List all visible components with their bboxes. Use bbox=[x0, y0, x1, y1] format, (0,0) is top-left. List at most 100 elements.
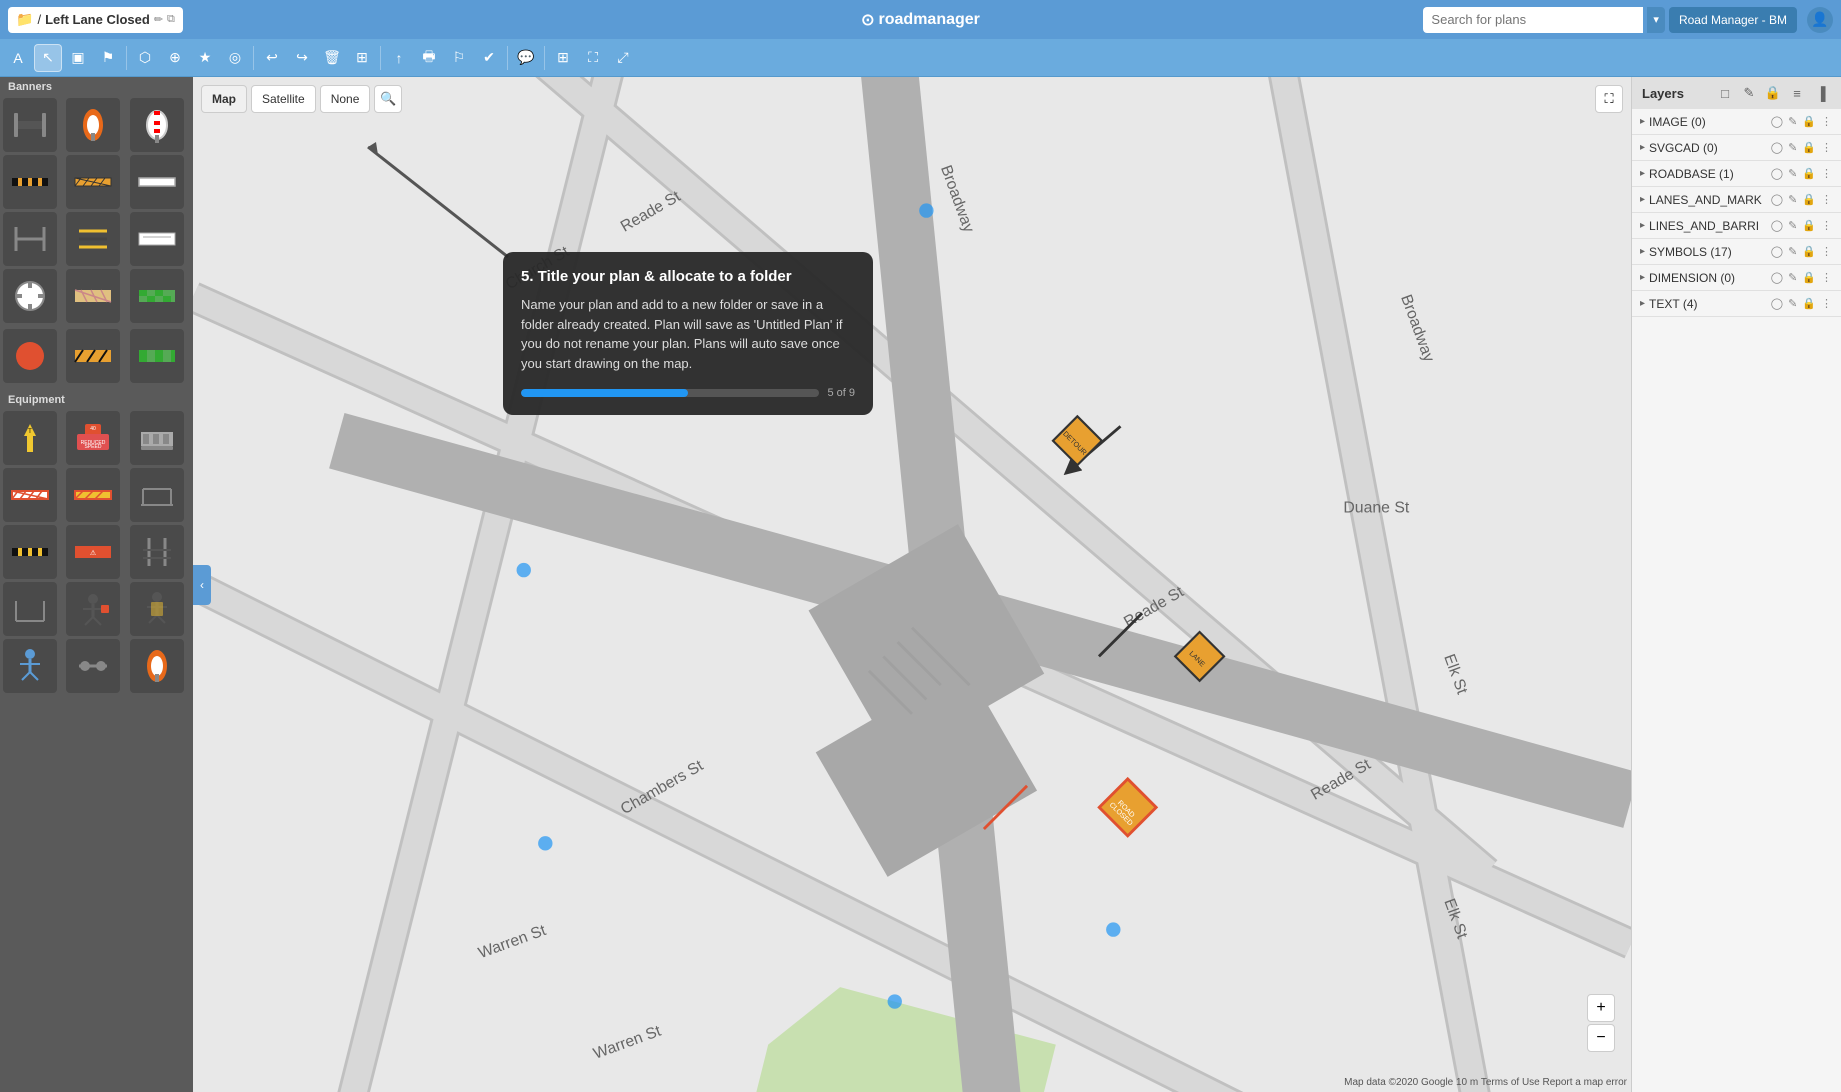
fullscreen-btn-tb[interactable]: ⛶ bbox=[579, 44, 607, 72]
left-panel-collapse-btn[interactable]: ‹ bbox=[193, 565, 211, 605]
zoom-in-btn[interactable]: + bbox=[1587, 994, 1615, 1022]
copy-plan-icon[interactable]: ⧉ bbox=[167, 13, 175, 26]
layer-lock-btn[interactable]: 🔒 bbox=[1801, 218, 1817, 233]
layer-lock-btn[interactable]: 🔒 bbox=[1801, 296, 1817, 311]
tab-none[interactable]: None bbox=[320, 85, 371, 113]
layer-lock-btn[interactable]: 🔒 bbox=[1801, 114, 1817, 129]
layer-edit-btn[interactable]: ✎ bbox=[1787, 218, 1798, 233]
layers-menu-btn[interactable]: ≡ bbox=[1787, 83, 1807, 103]
layer-more-btn[interactable]: ⋮ bbox=[1820, 114, 1833, 129]
layer-more-btn[interactable]: ⋮ bbox=[1820, 192, 1833, 207]
export-btn[interactable]: ↑ bbox=[385, 44, 413, 72]
list-item[interactable] bbox=[66, 468, 120, 522]
grid-btn[interactable]: ⊞ bbox=[549, 44, 577, 72]
check-btn[interactable]: ✔ bbox=[475, 44, 503, 72]
measure-tool-btn[interactable]: ⊕ bbox=[161, 44, 189, 72]
layers-collapse-all-btn[interactable]: □ bbox=[1715, 83, 1735, 103]
layers-edit-btn[interactable]: ✎ bbox=[1739, 83, 1759, 103]
undo-btn[interactable]: ↩ bbox=[258, 44, 286, 72]
list-item[interactable] bbox=[66, 329, 120, 383]
list-item[interactable] bbox=[130, 329, 184, 383]
star-tool-btn[interactable]: ★ bbox=[191, 44, 219, 72]
list-item[interactable] bbox=[130, 525, 184, 579]
layer-more-btn[interactable]: ⋮ bbox=[1820, 140, 1833, 155]
layer-visibility-btn[interactable]: ◯ bbox=[1770, 166, 1784, 181]
list-item[interactable] bbox=[66, 155, 120, 209]
plan-title-box[interactable]: 📁 / Left Lane Closed ✏ ⧉ bbox=[8, 7, 183, 33]
tab-satellite[interactable]: Satellite bbox=[251, 85, 316, 113]
text-tool-btn[interactable]: A bbox=[4, 44, 32, 72]
list-item[interactable] bbox=[66, 639, 120, 693]
redo-btn[interactable]: ↪ bbox=[288, 44, 316, 72]
edit-plan-icon[interactable]: ✏ bbox=[154, 13, 163, 26]
copy-btn[interactable]: ⊞ bbox=[348, 44, 376, 72]
layer-item-lines[interactable]: ▸ LINES_AND_BARRI ◯ ✎ 🔒 ⋮ bbox=[1632, 213, 1841, 239]
list-item[interactable] bbox=[66, 212, 120, 266]
flag-tool-btn[interactable]: ⚑ bbox=[94, 44, 122, 72]
layer-more-btn[interactable]: ⋮ bbox=[1820, 218, 1833, 233]
list-item[interactable] bbox=[3, 98, 57, 152]
layer-item-roadbase[interactable]: ▸ ROADBASE (1) ◯ ✎ 🔒 ⋮ bbox=[1632, 161, 1841, 187]
layer-item-text[interactable]: ▸ TEXT (4) ◯ ✎ 🔒 ⋮ bbox=[1632, 291, 1841, 317]
print-btn[interactable]: 🖶 bbox=[415, 44, 443, 72]
search-input[interactable] bbox=[1423, 7, 1643, 33]
layers-scroll-btn[interactable]: ▐ bbox=[1811, 83, 1831, 103]
map-search-btn[interactable]: 🔍 bbox=[374, 85, 402, 113]
list-item[interactable] bbox=[130, 639, 184, 693]
layer-lock-btn[interactable]: 🔒 bbox=[1801, 166, 1817, 181]
list-item[interactable] bbox=[66, 98, 120, 152]
layer-lock-btn[interactable]: 🔒 bbox=[1801, 140, 1817, 155]
layer-edit-btn[interactable]: ✎ bbox=[1787, 114, 1798, 129]
layer-item-svgcad[interactable]: ▸ SVGCAD (0) ◯ ✎ 🔒 ⋮ bbox=[1632, 135, 1841, 161]
layer-item-image[interactable]: ▸ IMAGE (0) ◯ ✎ 🔒 ⋮ bbox=[1632, 109, 1841, 135]
node-tool-btn[interactable]: ⬡ bbox=[131, 44, 159, 72]
cursor-tool-btn[interactable]: ↖ bbox=[34, 44, 62, 72]
list-item[interactable]: ⚠ bbox=[66, 525, 120, 579]
layer-lock-btn[interactable]: 🔒 bbox=[1801, 192, 1817, 207]
comment-btn[interactable]: 💬 bbox=[512, 44, 540, 72]
list-item[interactable] bbox=[130, 582, 184, 636]
tab-map[interactable]: Map bbox=[201, 85, 247, 113]
list-item[interactable] bbox=[3, 582, 57, 636]
layer-more-btn[interactable]: ⋮ bbox=[1820, 166, 1833, 181]
list-item[interactable] bbox=[130, 411, 184, 465]
list-item[interactable] bbox=[130, 468, 184, 522]
layer-visibility-btn[interactable]: ◯ bbox=[1770, 114, 1784, 129]
layer-visibility-btn[interactable]: ◯ bbox=[1770, 270, 1784, 285]
road-manager-btn[interactable]: Road Manager - BM bbox=[1669, 7, 1797, 33]
delete-btn[interactable]: 🗑 bbox=[318, 44, 346, 72]
list-item[interactable] bbox=[3, 639, 57, 693]
layer-edit-btn[interactable]: ✎ bbox=[1787, 166, 1798, 181]
layer-more-btn[interactable]: ⋮ bbox=[1820, 270, 1833, 285]
layer-more-btn[interactable]: ⋮ bbox=[1820, 244, 1833, 259]
list-item[interactable] bbox=[130, 212, 184, 266]
list-item[interactable] bbox=[130, 98, 184, 152]
location-tool-btn[interactable]: ◎ bbox=[221, 44, 249, 72]
list-item[interactable] bbox=[130, 269, 184, 323]
list-item[interactable]: 40 REDUCED SPEED bbox=[66, 411, 120, 465]
layer-edit-btn[interactable]: ✎ bbox=[1787, 192, 1798, 207]
layer-edit-btn[interactable]: ✎ bbox=[1787, 244, 1798, 259]
zoom-out-btn[interactable]: − bbox=[1587, 1024, 1615, 1052]
layer-lock-btn[interactable]: 🔒 bbox=[1801, 270, 1817, 285]
user-avatar-btn[interactable]: 👤 bbox=[1807, 7, 1833, 33]
list-item[interactable] bbox=[3, 155, 57, 209]
list-item[interactable] bbox=[130, 155, 184, 209]
layer-item-lanes[interactable]: ▸ LANES_AND_MARK ◯ ✎ 🔒 ⋮ bbox=[1632, 187, 1841, 213]
layers-lock-btn[interactable]: 🔒 bbox=[1763, 83, 1783, 103]
bookmark-btn[interactable]: ⚐ bbox=[445, 44, 473, 72]
layer-visibility-btn[interactable]: ◯ bbox=[1770, 192, 1784, 207]
list-item[interactable] bbox=[3, 525, 57, 579]
layer-visibility-btn[interactable]: ◯ bbox=[1770, 140, 1784, 155]
layer-item-dimension[interactable]: ▸ DIMENSION (0) ◯ ✎ 🔒 ⋮ bbox=[1632, 265, 1841, 291]
layer-visibility-btn[interactable]: ◯ bbox=[1770, 244, 1784, 259]
layer-edit-btn[interactable]: ✎ bbox=[1787, 270, 1798, 285]
list-item[interactable] bbox=[3, 212, 57, 266]
list-item[interactable] bbox=[66, 269, 120, 323]
search-dropdown-btn[interactable]: ▾ bbox=[1647, 7, 1665, 33]
list-item[interactable] bbox=[3, 468, 57, 522]
expand-btn[interactable]: ⤢ bbox=[609, 44, 637, 72]
layer-visibility-btn[interactable]: ◯ bbox=[1770, 218, 1784, 233]
select-tool-btn[interactable]: ▣ bbox=[64, 44, 92, 72]
list-item[interactable] bbox=[3, 329, 57, 383]
